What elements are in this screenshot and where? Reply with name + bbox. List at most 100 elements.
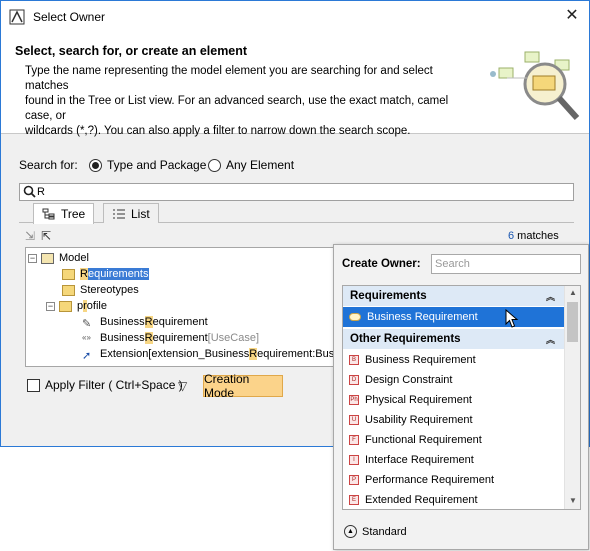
node-label-match: R [249,348,258,360]
magnifier-illustration-icon [490,51,580,121]
model-tree[interactable]: − Model Requirements Stereotypes − p r ofi… [25,247,345,367]
requirement-badge-icon: P [349,475,359,485]
apply-filter-checkbox[interactable]: Apply Filter ( Ctrl+Space ) [27,378,183,392]
checkbox-box [27,378,40,392]
node-tag: [UseCase] [207,332,259,344]
scroll-up-icon[interactable]: ▲ [568,288,578,297]
requirement-badge-icon: B [349,355,359,365]
tree-node-profile[interactable]: − p r ofile [46,298,107,314]
requirement-badge-icon: Ph [349,395,359,405]
node-label: equirement:Busi [257,348,337,360]
search-input[interactable]: R [19,183,574,201]
expand-all-icon[interactable]: ⇱ [41,229,51,243]
list-scrollbar[interactable]: ▲ ▼ [564,286,580,509]
tree-node-requirements[interactable]: Requirements [62,266,149,282]
chevron-up-circle-icon: ▲ [344,525,357,538]
desc-line: Type the name representing the model ele… [25,65,433,92]
node-label-match: R [144,316,153,328]
list-item[interactable]: U Usability Requirement [343,410,565,430]
requirement-badge-icon: U [349,415,359,425]
radio-dot [89,158,102,172]
radio-label: Type and Package [107,158,207,172]
search-value: R [37,186,45,198]
collapse-group-icon[interactable]: ︽ [546,333,555,346]
collapse-icon[interactable]: − [28,253,37,263]
node-label: Stereotypes [80,284,139,296]
tab-list[interactable]: List [103,203,159,223]
standard-label: Standard [362,525,407,538]
tree-icon [42,208,55,220]
header-description: Type the name representing the model ele… [25,64,465,139]
tree-toolbar: ⇲ ⇱ [25,229,51,243]
owner-type-list[interactable]: Requirements ︽ Business Requirement Othe… [342,285,581,510]
search-for-label: Search for: [19,158,78,172]
collapse-group-icon[interactable]: ︽ [546,290,555,303]
group-label: Other Requirements [350,333,461,345]
stereotype-icon: «» [82,332,91,342]
item-label: Business Requirement [365,354,476,366]
desc-line: wildcards (*,?). You can also apply a fi… [25,125,411,137]
tree-node-business-requirement[interactable]: ✎ Business Requirement [82,314,208,330]
folder-icon [62,284,75,296]
window-title: Select Owner [33,9,106,24]
list-item[interactable]: P Performance Requirement [343,470,565,490]
view-tabs: Tree List [19,203,574,224]
any-element-radio[interactable]: Any Element [208,158,294,172]
filter-icon[interactable]: ▽ [178,379,187,393]
scrollbar-thumb[interactable] [567,302,578,342]
list-item[interactable]: B Business Requirement [343,350,565,370]
item-label: Functional Requirement [365,434,482,446]
model-icon [41,252,54,264]
list-item-business-requirement-selected[interactable]: Business Requirement [343,307,565,327]
tree-node-business-requirement-usecase[interactable]: «» Business Requirement [UseCase] [82,330,259,346]
extension-arrow-icon: ➚ [82,349,92,362]
group-header-other-requirements[interactable]: Other Requirements ︽ [343,329,565,349]
collapse-icon[interactable]: − [46,301,55,311]
item-label: Design Constraint [365,374,453,386]
folder-icon [62,268,75,280]
header-heading: Select, search for, or create an element [15,44,248,58]
tab-tree[interactable]: Tree [33,203,95,224]
list-item[interactable]: D Design Constraint [343,370,565,390]
creation-mode-button[interactable]: Creation Mode [203,372,283,400]
list-item[interactable]: I Interface Requirement [343,450,565,470]
app-icon [9,9,25,24]
list-item[interactable]: Ph Physical Requirement [343,390,565,410]
match-suffix: matches [514,230,559,242]
group-header-requirements[interactable]: Requirements ︽ [343,286,565,306]
requirement-badge-icon: F [349,435,359,445]
tree-node-model[interactable]: − Model [28,250,89,266]
search-icon [23,185,36,198]
item-label: Physical Requirement [365,394,472,406]
tree-node-extension[interactable]: ➚ Extension[extension_Business Requireme… [82,346,337,362]
scroll-down-icon[interactable]: ▼ [568,496,578,505]
tree-node-stereotypes[interactable]: Stereotypes [62,282,139,298]
create-owner-label: Create Owner: [342,258,421,270]
requirement-badge-icon: E [349,495,359,505]
node-label: equirements [87,268,149,280]
profile-folder-icon [59,300,72,312]
list-item[interactable]: E Extended Requirement [343,490,565,509]
mouse-cursor-icon [505,309,519,328]
standard-toggle[interactable]: ▲ Standard [344,525,407,538]
node-label: Business [100,332,145,344]
node-label: Model [59,252,89,264]
stereotype-icon: ✎ [82,317,92,330]
list-item[interactable]: F Functional Requirement [343,430,565,450]
node-label: Business [100,316,145,328]
node-label-match: R [144,332,153,344]
title-bar: Select Owner ✕ [1,1,589,32]
type-and-package-radio[interactable]: Type and Package [89,158,206,172]
close-icon[interactable]: ✕ [563,7,581,25]
tab-label: List [131,206,150,221]
collapse-all-icon[interactable]: ⇲ [25,229,35,243]
popup-search-input[interactable]: Search [431,254,581,274]
create-owner-popup: Create Owner: Search Requirements ︽ Busi… [333,244,589,550]
item-label: Business Requirement [367,311,478,323]
item-label: Interface Requirement [365,454,474,466]
group-label: Requirements [350,290,427,302]
item-label: Performance Requirement [365,474,495,486]
requirement-badge-icon: I [349,455,359,465]
requirement-badge-icon: D [349,375,359,385]
node-label: equirement [152,316,208,328]
